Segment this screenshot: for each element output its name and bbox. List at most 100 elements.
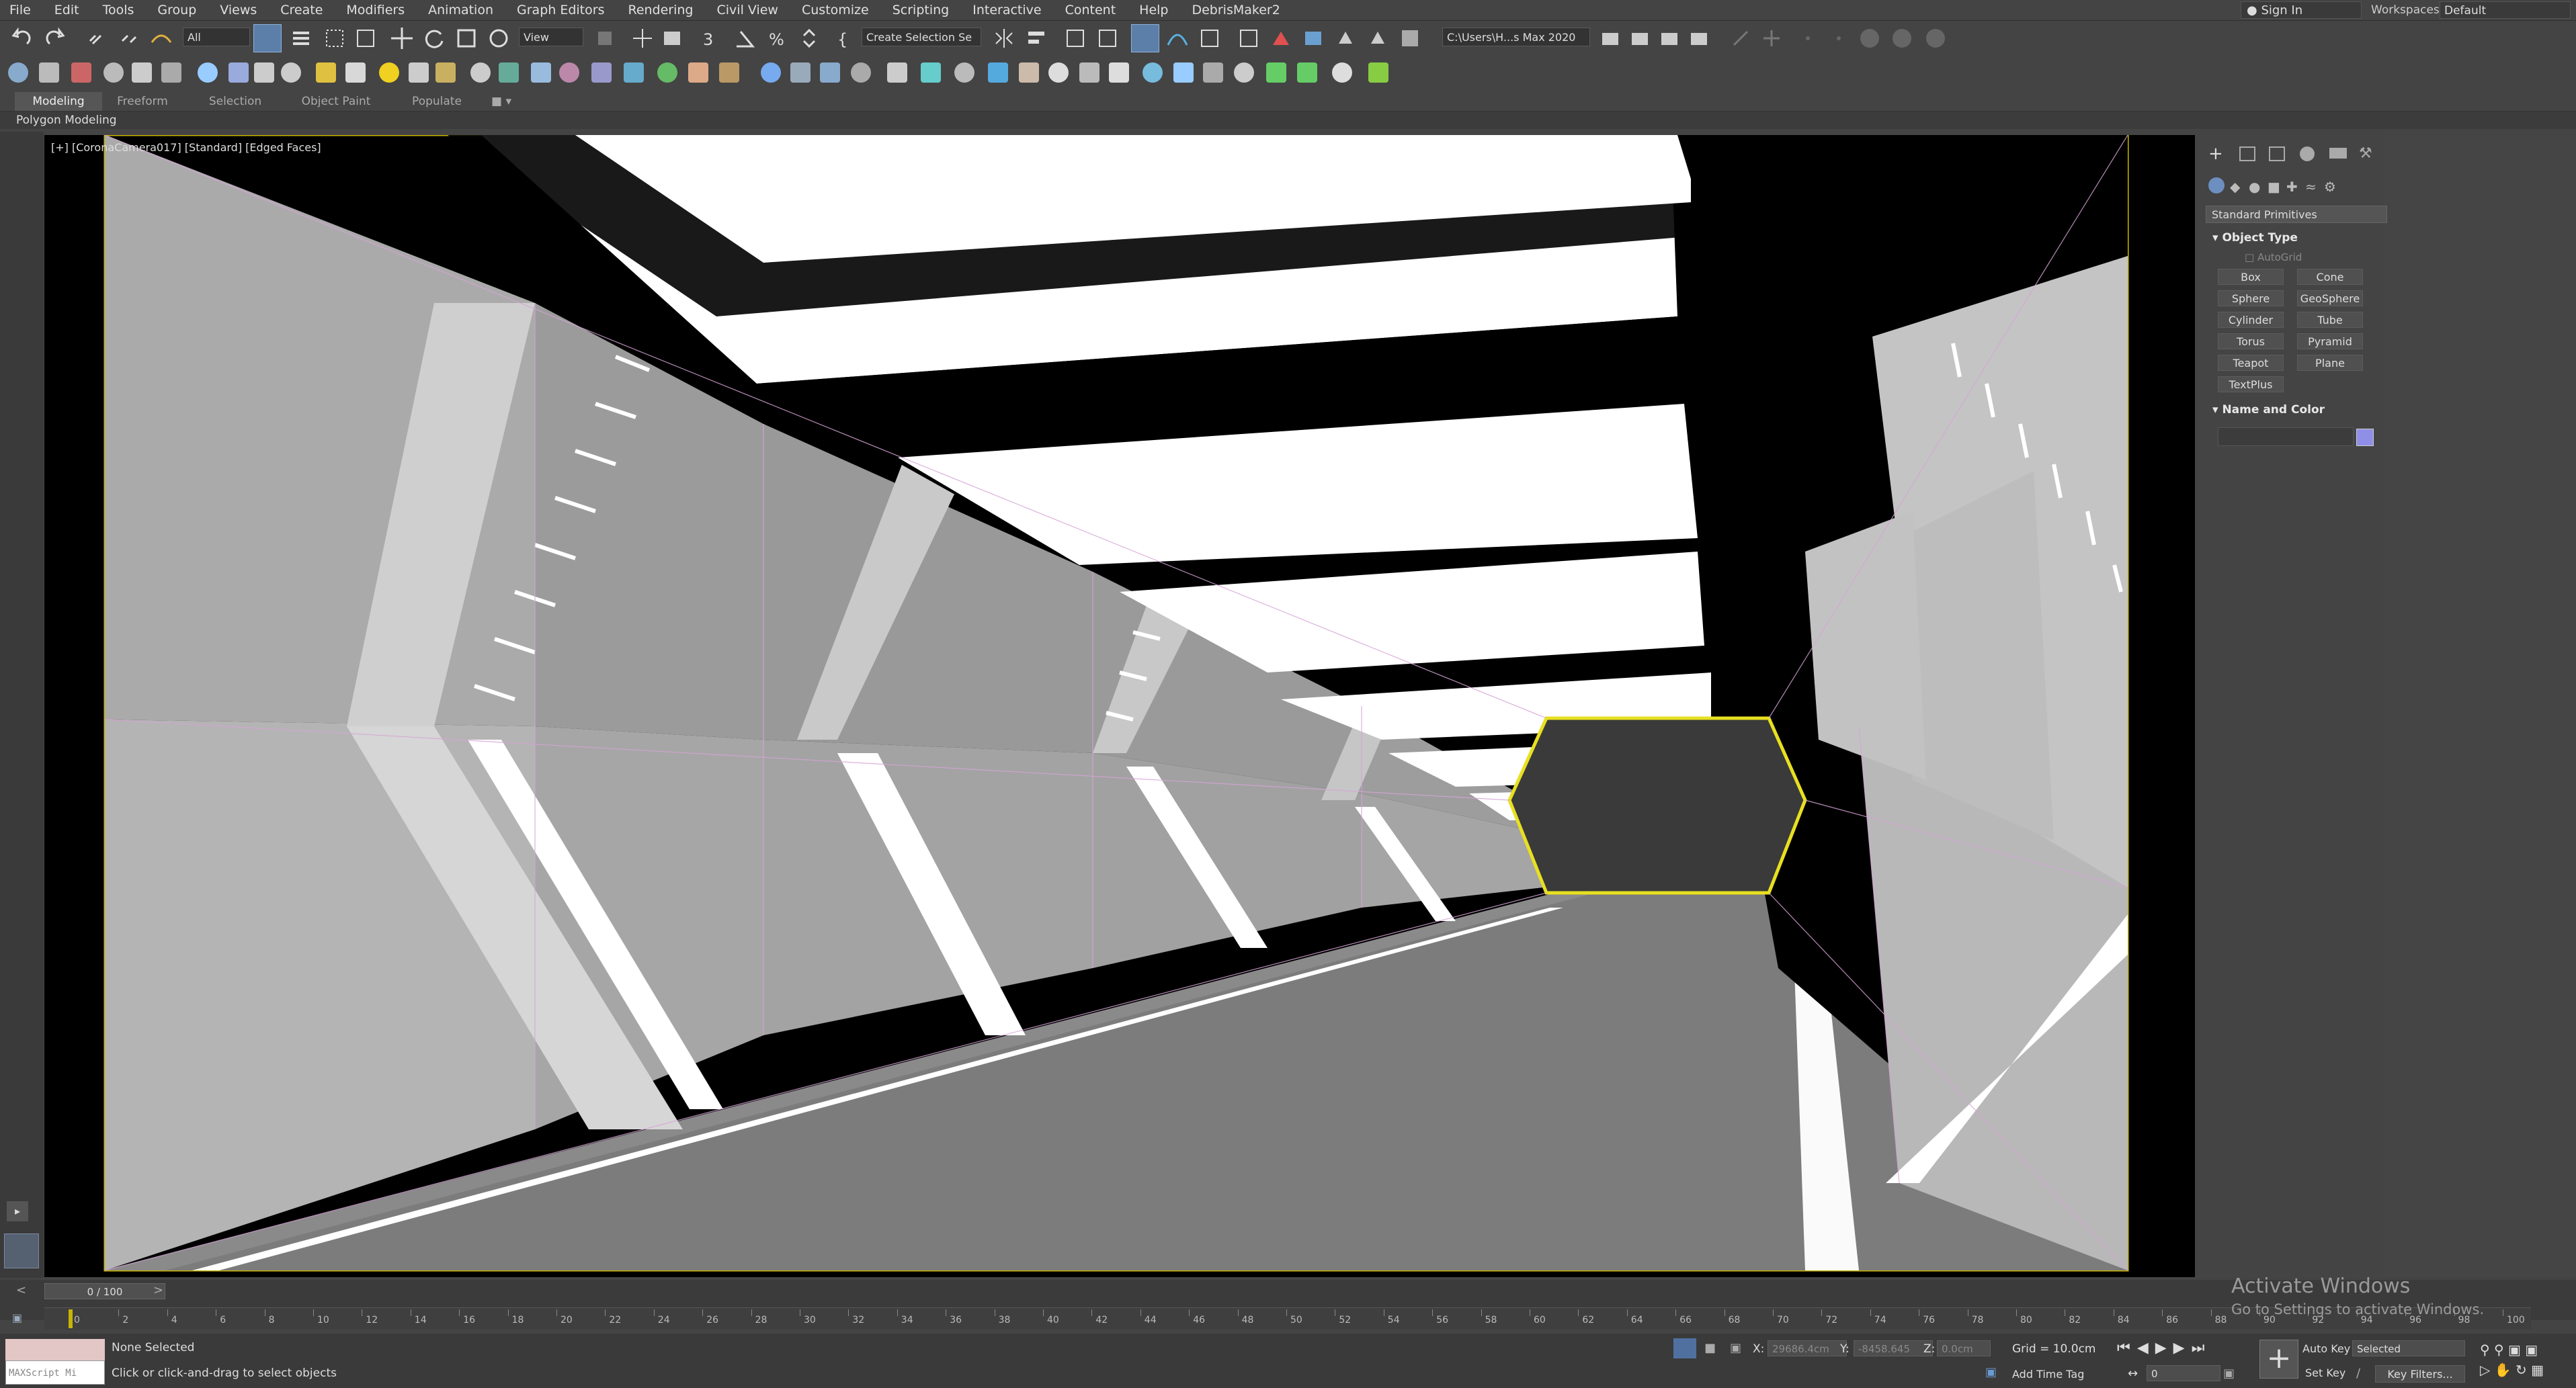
key-filters-button[interactable]: Key Filters...: [2375, 1365, 2465, 1383]
pyramid-button[interactable]: Pyramid: [2297, 333, 2363, 349]
object-name-input[interactable]: [2218, 427, 2354, 446]
render-setup-icon[interactable]: [1268, 25, 1294, 52]
teapot-button[interactable]: Teapot: [2218, 355, 2284, 371]
object-color-swatch[interactable]: [2356, 429, 2374, 446]
curve-editor-icon[interactable]: [1164, 25, 1191, 52]
create-tab-icon[interactable]: +: [2208, 144, 2223, 164]
geometry-category-icon[interactable]: [2208, 177, 2225, 193]
modeling-tool-icon-7[interactable]: [198, 62, 218, 83]
zoom-extents-icon[interactable]: ▣: [2508, 1342, 2521, 1358]
modeling-tool-icon-37[interactable]: [1142, 62, 1163, 83]
layout-expand-icon[interactable]: ▸: [7, 1201, 28, 1221]
modeling-tool-icon-15[interactable]: [435, 62, 456, 83]
select-manipulate-icon[interactable]: [629, 25, 656, 52]
cone-button[interactable]: Cone: [2297, 269, 2363, 285]
link-icon[interactable]: [83, 25, 110, 52]
modeling-tool-icon-40[interactable]: [1234, 62, 1254, 83]
menu-graph-editors[interactable]: Graph Editors: [507, 0, 618, 20]
menu-edit[interactable]: Edit: [45, 0, 93, 20]
modeling-tool-icon-18[interactable]: [531, 62, 551, 83]
ribbon-options-icon[interactable]: ■ ▾: [488, 92, 515, 111]
modeling-tool-icon-32[interactable]: [988, 62, 1008, 83]
torus-button[interactable]: Torus: [2218, 333, 2284, 349]
menu-modifiers[interactable]: Modifiers: [337, 0, 419, 20]
display-tab-icon[interactable]: [2329, 148, 2347, 159]
y-coord-field[interactable]: -8458.645: [1854, 1340, 1933, 1356]
modeling-tool-icon-13[interactable]: [379, 62, 399, 83]
scene-explorer-icon[interactable]: [1062, 25, 1089, 52]
geosphere-button[interactable]: GeoSphere: [2297, 290, 2363, 306]
modeling-tool-icon-2[interactable]: [39, 62, 59, 83]
modeling-tool-icon-17[interactable]: [499, 62, 519, 83]
maxscript-mini-listener[interactable]: MAXScript Mi: [5, 1360, 105, 1385]
align-icon[interactable]: [1023, 25, 1050, 52]
primitives-type-select[interactable]: Standard Primitives: [2206, 206, 2387, 223]
modeling-tool-icon-10[interactable]: [281, 62, 301, 83]
spacewarps-category-icon[interactable]: ≈: [2305, 179, 2317, 195]
polygon-modeling-label[interactable]: Polygon Modeling: [16, 114, 117, 127]
name-color-rollout-toggle[interactable]: ▾ Name and Color: [2212, 403, 2325, 417]
modeling-tool-icon-31[interactable]: [954, 62, 974, 83]
field-of-view-icon[interactable]: ▷: [2480, 1362, 2490, 1378]
modeling-tool-icon-28[interactable]: [851, 62, 871, 83]
modeling-tool-icon-41[interactable]: [1266, 62, 1286, 83]
key-mode-select[interactable]: Selected: [2352, 1340, 2465, 1356]
project-icon-1[interactable]: [1597, 25, 1624, 52]
track-bar-toggle-icon[interactable]: ▣: [12, 1311, 22, 1324]
project-folder-select[interactable]: C:\Users\H...s Max 2020: [1442, 28, 1590, 46]
plugin-dot-icon-1[interactable]: [1794, 25, 1821, 52]
render-production-icon[interactable]: [1332, 25, 1359, 52]
tab-freeform[interactable]: Freeform: [102, 92, 183, 111]
modeling-tool-icon-44[interactable]: [1368, 62, 1388, 83]
systems-category-icon[interactable]: ⚙: [2324, 179, 2336, 195]
toggle-ribbon-button[interactable]: [1131, 24, 1159, 52]
absolute-mode-icon[interactable]: ▣: [1730, 1341, 1741, 1355]
menu-help[interactable]: Help: [1130, 0, 1182, 20]
set-key-button[interactable]: Set Key: [2305, 1367, 2345, 1379]
project-icon-4[interactable]: [1686, 25, 1712, 52]
modeling-tool-icon-23[interactable]: [688, 62, 708, 83]
previous-frame-icon[interactable]: ◀: [2137, 1340, 2155, 1356]
go-to-start-icon[interactable]: ⏮: [2117, 1340, 2137, 1356]
plugin-icon-2[interactable]: [1758, 25, 1785, 52]
plane-button[interactable]: Plane: [2297, 355, 2363, 371]
sign-in-dropdown[interactable]: ● Sign In: [2241, 1, 2362, 19]
menu-scripting[interactable]: Scripting: [883, 0, 964, 20]
modeling-tool-icon-26[interactable]: [790, 62, 811, 83]
modify-tab-icon[interactable]: [2239, 146, 2255, 161]
modeling-tool-icon-33[interactable]: [1019, 62, 1039, 83]
modeling-tool-icon-16[interactable]: [470, 62, 491, 83]
zoom-all-icon[interactable]: ⚲: [2494, 1342, 2504, 1358]
modeling-tool-icon-38[interactable]: [1173, 62, 1194, 83]
menu-civil-view[interactable]: Civil View: [708, 0, 792, 20]
time-slider[interactable]: 0 / 100: [44, 1283, 165, 1299]
isolate-selection-icon[interactable]: [1673, 1338, 1696, 1358]
modeling-tool-icon-20[interactable]: [591, 62, 612, 83]
plugin-icon-1[interactable]: [1727, 25, 1754, 52]
menu-file[interactable]: File: [0, 0, 45, 20]
move-icon[interactable]: [388, 25, 415, 52]
modeling-tool-icon-34[interactable]: [1048, 62, 1069, 83]
timebar-prev-icon[interactable]: <: [16, 1283, 26, 1297]
select-by-name-icon[interactable]: [288, 25, 315, 52]
menu-rendering[interactable]: Rendering: [618, 0, 707, 20]
plugin-circle-icon-1[interactable]: [1856, 25, 1883, 52]
rendered-frame-icon[interactable]: [1300, 25, 1327, 52]
viewport-layout-tab[interactable]: [4, 1233, 39, 1268]
material-editor-icon[interactable]: [1235, 25, 1262, 52]
key-mode-toggle-icon[interactable]: ↔: [2128, 1367, 2138, 1381]
go-to-end-icon[interactable]: ⏭: [2192, 1340, 2212, 1356]
rotate-icon[interactable]: [421, 25, 448, 52]
modeling-tool-icon-25[interactable]: [761, 62, 781, 83]
layer-explorer-icon[interactable]: [1094, 25, 1121, 52]
modeling-tool-icon-29[interactable]: [887, 62, 907, 83]
cylinder-button[interactable]: Cylinder: [2218, 312, 2284, 328]
maxscript-listener-output[interactable]: [5, 1339, 105, 1360]
modeling-tool-icon-36[interactable]: [1109, 62, 1129, 83]
modeling-tool-icon-5[interactable]: [132, 62, 152, 83]
render-iterative-icon[interactable]: [1364, 25, 1391, 52]
snap-toggle-icon[interactable]: 3: [699, 25, 726, 52]
modeling-tool-icon-9[interactable]: [254, 62, 274, 83]
time-tag-icon[interactable]: ▣: [1985, 1365, 1997, 1379]
modeling-tool-icon-27[interactable]: [820, 62, 840, 83]
